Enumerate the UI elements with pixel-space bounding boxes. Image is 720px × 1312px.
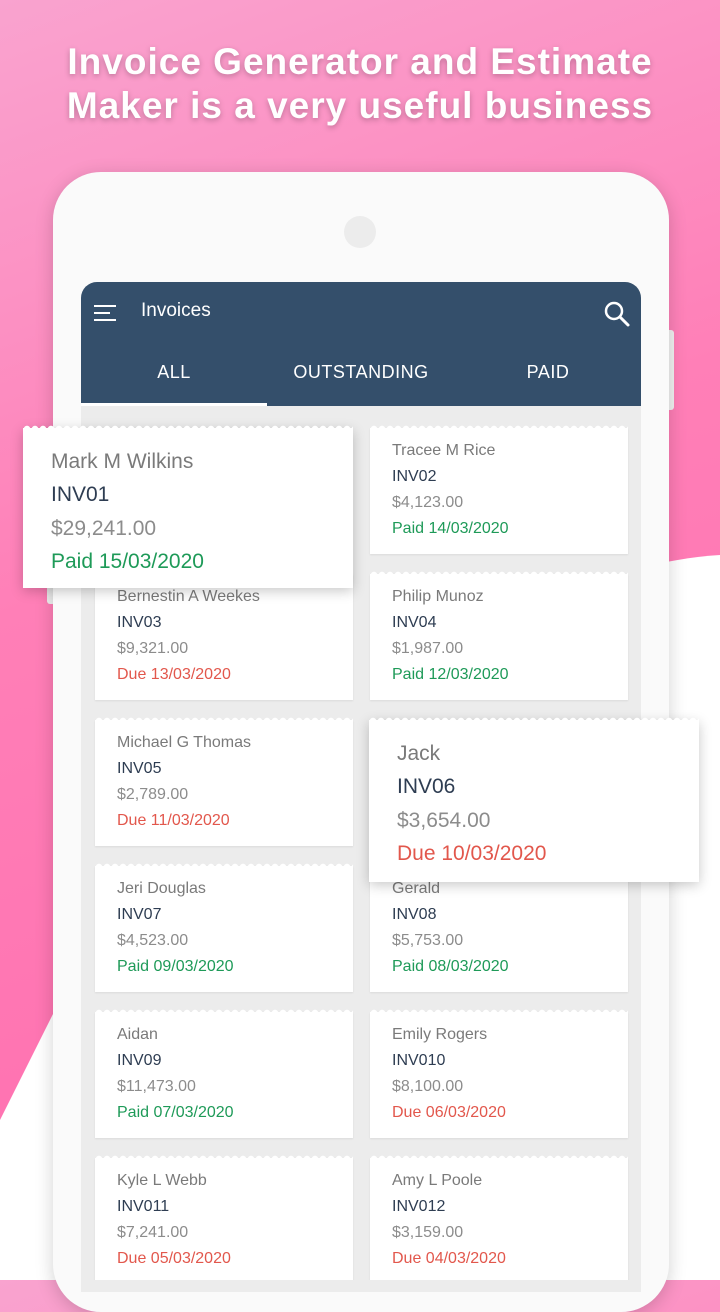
invoice-client-name: Jack [397,742,441,765]
invoice-card[interactable]: Philip Munoz INV04 $1,987.00 Paid 12/03/202… [370,569,628,700]
invoice-status: Paid 09/03/2020 [117,958,234,975]
invoice-client-name: Mark M Wilkins [51,450,194,473]
invoice-amount: $11,473.00 [117,1078,196,1095]
invoice-number: INV010 [392,1052,446,1069]
invoice-client-name: Jeri Douglas [117,880,206,897]
invoice-number: INV04 [392,614,437,631]
invoice-number: INV06 [397,775,456,798]
invoice-number: INV07 [117,906,162,923]
invoice-amount: $2,789.00 [117,786,189,803]
invoice-status: Paid 08/03/2020 [392,958,509,975]
invoice-client-name: Aidan [117,1026,158,1043]
invoice-amount: $4,523.00 [117,932,189,949]
invoice-amount: $7,241.00 [117,1224,189,1241]
invoice-card[interactable]: Amy L Poole INV012 $3,159.00 Due 04/03/2020 [370,1153,628,1280]
invoice-amount: $29,241.00 [51,517,157,540]
invoice-status: Due 11/03/2020 [117,812,230,829]
invoice-card[interactable]: Michael G Thomas INV05 $2,789.00 Due 11/03/… [95,715,353,846]
invoice-amount: $3,654.00 [397,809,491,832]
invoice-status: Due 06/03/2020 [392,1104,506,1121]
invoice-status: Paid 15/03/2020 [51,550,204,573]
invoice-card[interactable]: Kyle L Webb INV011 $7,241.00 Due 05/03/2020 [95,1153,353,1280]
invoice-card[interactable]: Emily Rogers INV010 $8,100.00 Due 06/03/202… [370,1007,628,1138]
invoice-client-name: Kyle L Webb [117,1172,207,1189]
invoice-card[interactable]: Mark M Wilkins INV01 $29,241.00 Paid 15/03/… [23,423,353,588]
invoice-number: INV01 [51,483,110,506]
invoice-amount: $8,100.00 [392,1078,464,1095]
invoice-card[interactable]: Tracee M Rice INV02 $4,123.00 Paid 14/03/20… [370,423,628,554]
invoice-number: INV05 [117,760,162,777]
invoice-client-name: Philip Munoz [392,588,484,605]
invoice-status: Paid 12/03/2020 [392,666,509,683]
invoice-number: INV011 [117,1198,170,1215]
invoice-client-name: Bernestin A Weekes [117,588,260,605]
invoice-status: Due 10/03/2020 [397,842,547,865]
invoice-number: INV012 [392,1198,446,1215]
invoice-status: Paid 07/03/2020 [117,1104,234,1121]
invoice-card[interactable]: Jeri Douglas INV07 $4,523.00 Paid 09/03/202… [95,861,353,992]
invoice-card[interactable]: Aidan INV09 $11,473.00 Paid 07/03/2020 [95,1007,353,1138]
invoice-status: Due 04/03/2020 [392,1250,506,1267]
invoice-card[interactable]: Gerald INV08 $5,753.00 Paid 08/03/2020 [370,861,628,992]
invoice-status: Paid 14/03/2020 [392,520,509,537]
invoice-amount: $5,753.00 [392,932,464,949]
invoice-number: INV02 [392,468,437,485]
invoice-amount: $3,159.00 [392,1224,464,1241]
invoice-card[interactable]: Bernestin A Weekes INV03 $9,321.00 Due 13/0… [95,569,353,700]
invoice-amount: $9,321.00 [117,640,189,657]
invoice-client-name: Gerald [392,880,441,897]
invoice-client-name: Amy L Poole [392,1172,483,1189]
invoice-status: Due 05/03/2020 [117,1250,231,1267]
invoice-status: Due 13/03/2020 [117,666,231,683]
invoice-amount: $1,987.00 [392,640,464,657]
invoice-number: INV09 [117,1052,162,1069]
invoice-number: INV03 [117,614,162,631]
invoice-card[interactable]: Jack INV06 $3,654.00 Due 10/03/2020 [369,715,699,882]
invoice-client-name: Michael G Thomas [117,734,251,751]
invoice-number: INV08 [392,906,437,923]
invoice-client-name: Tracee M Rice [392,442,496,459]
invoice-amount: $4,123.00 [392,494,464,511]
invoice-client-name: Emily Rogers [392,1026,488,1043]
